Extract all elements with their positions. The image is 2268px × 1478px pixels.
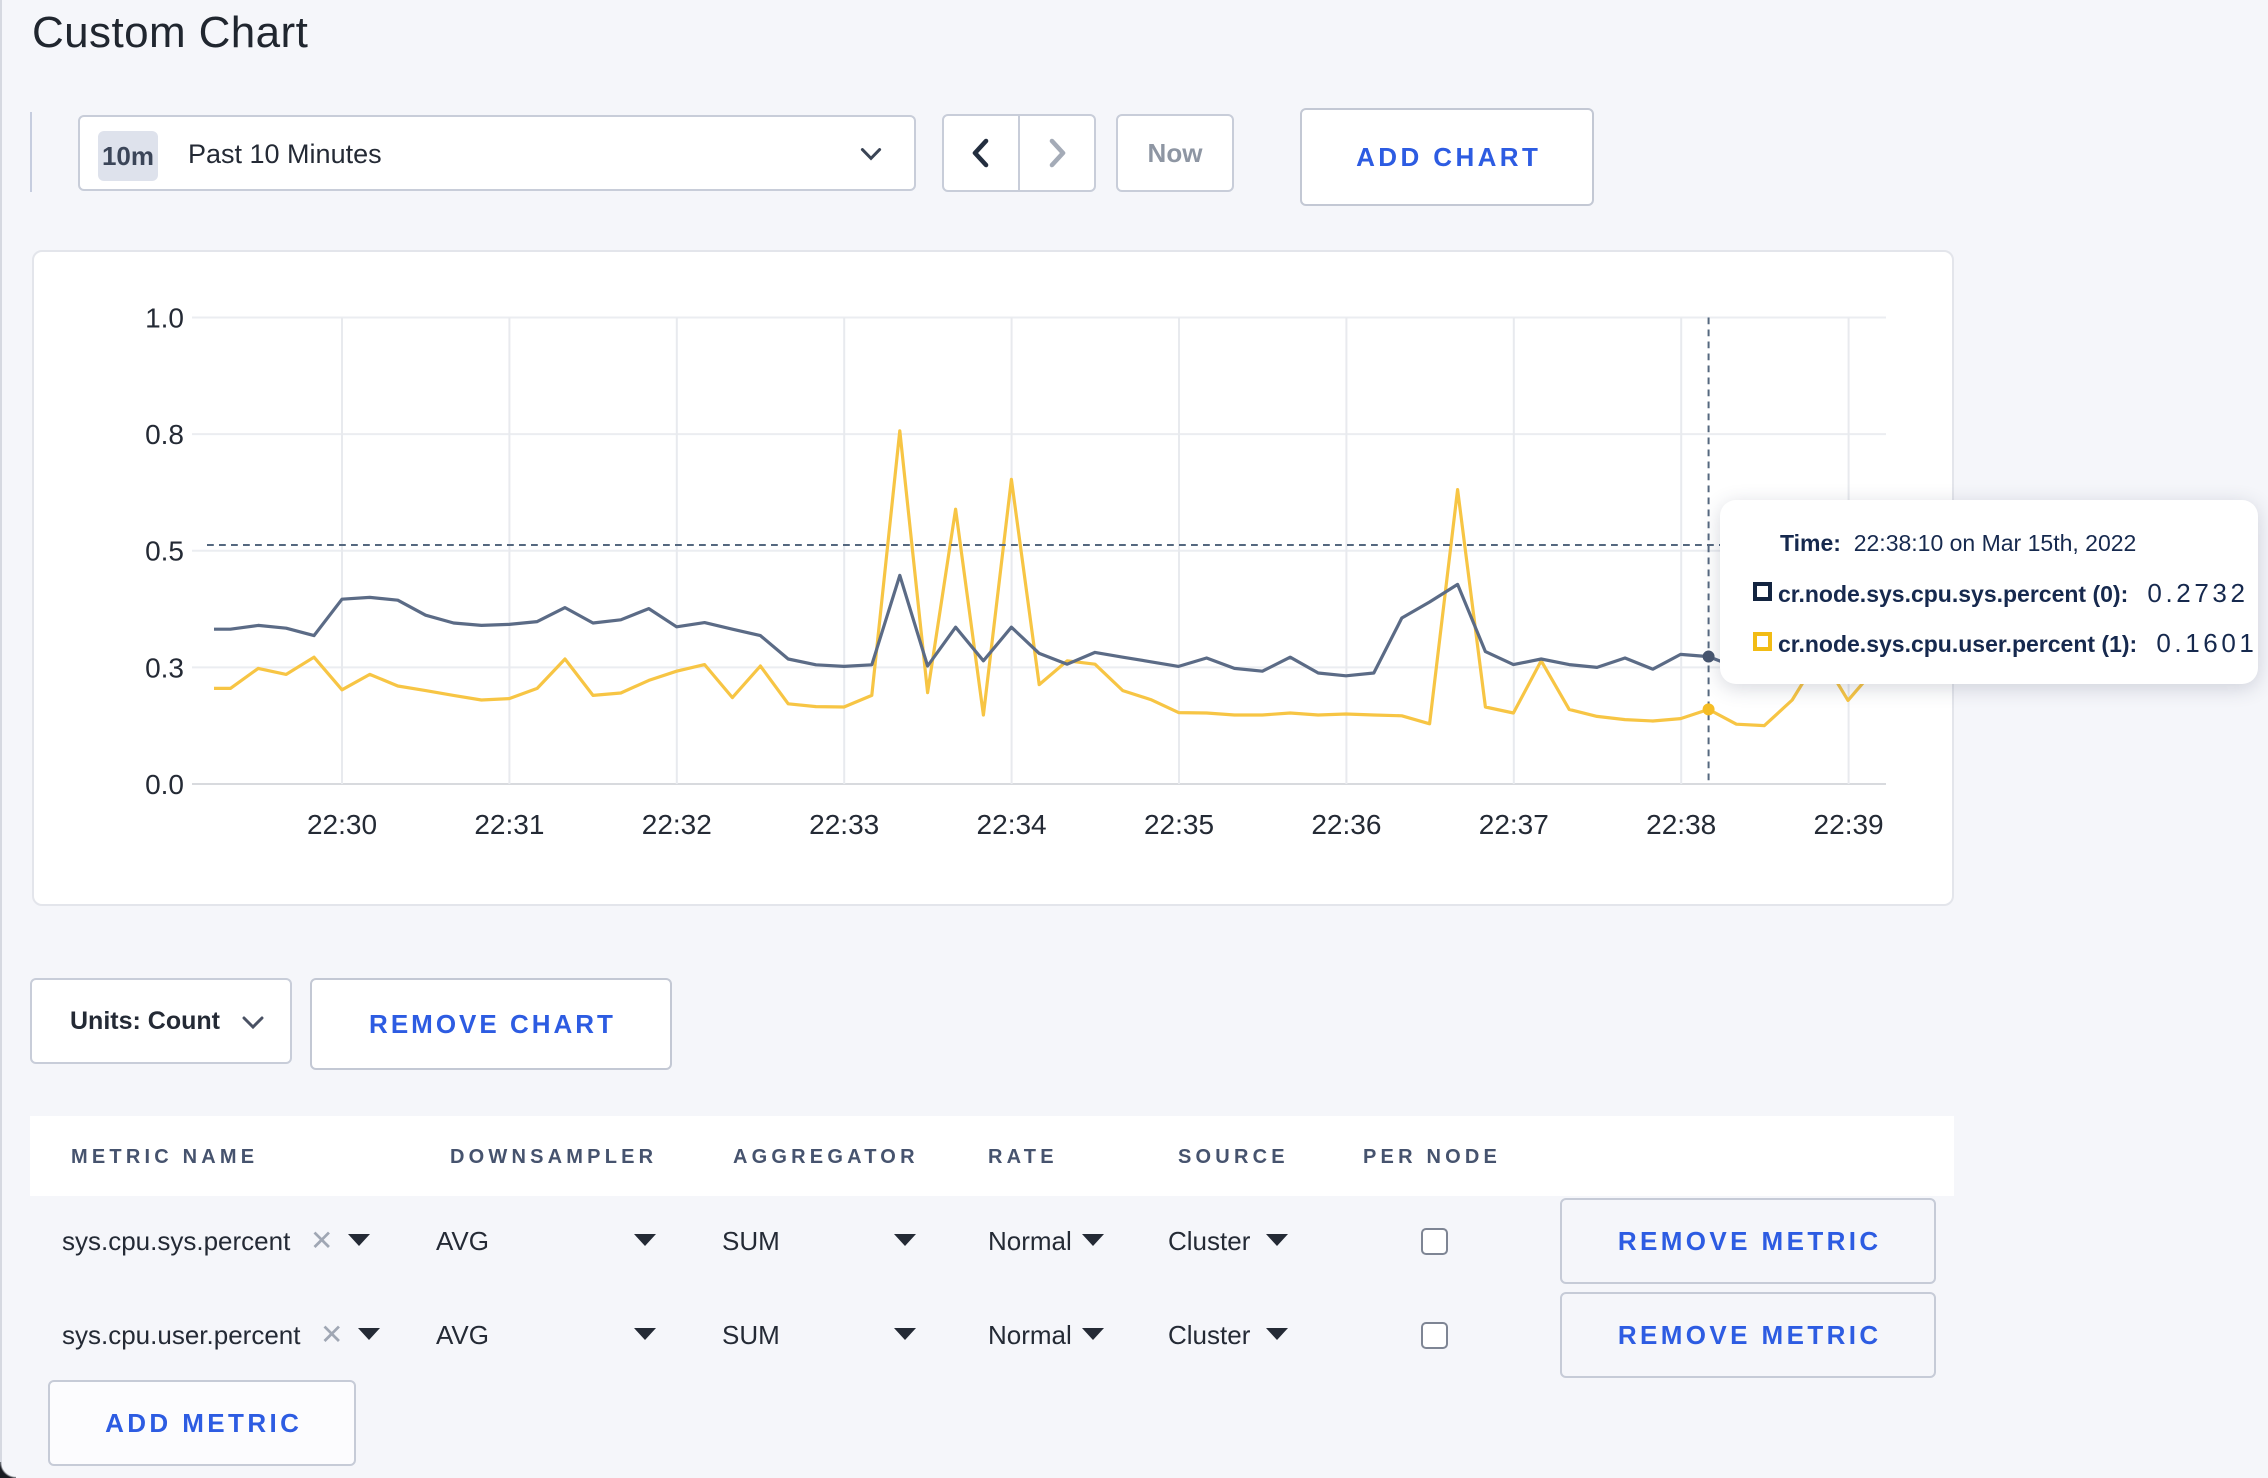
svg-text:22:31: 22:31 [474, 809, 544, 840]
svg-text:22:30: 22:30 [307, 809, 377, 840]
svg-text:0.8: 0.8 [145, 419, 184, 450]
svg-text:0.3: 0.3 [145, 652, 184, 683]
svg-text:0.5: 0.5 [145, 536, 184, 567]
svg-text:1.0: 1.0 [145, 303, 184, 334]
svg-text:22:34: 22:34 [977, 809, 1047, 840]
svg-text:22:35: 22:35 [1144, 809, 1214, 840]
svg-text:22:36: 22:36 [1311, 809, 1381, 840]
svg-text:22:32: 22:32 [642, 809, 712, 840]
svg-text:22:39: 22:39 [1814, 809, 1884, 840]
svg-text:0.0: 0.0 [145, 769, 184, 800]
svg-text:22:38: 22:38 [1646, 809, 1716, 840]
svg-text:22:37: 22:37 [1479, 809, 1549, 840]
svg-text:22:33: 22:33 [809, 809, 879, 840]
